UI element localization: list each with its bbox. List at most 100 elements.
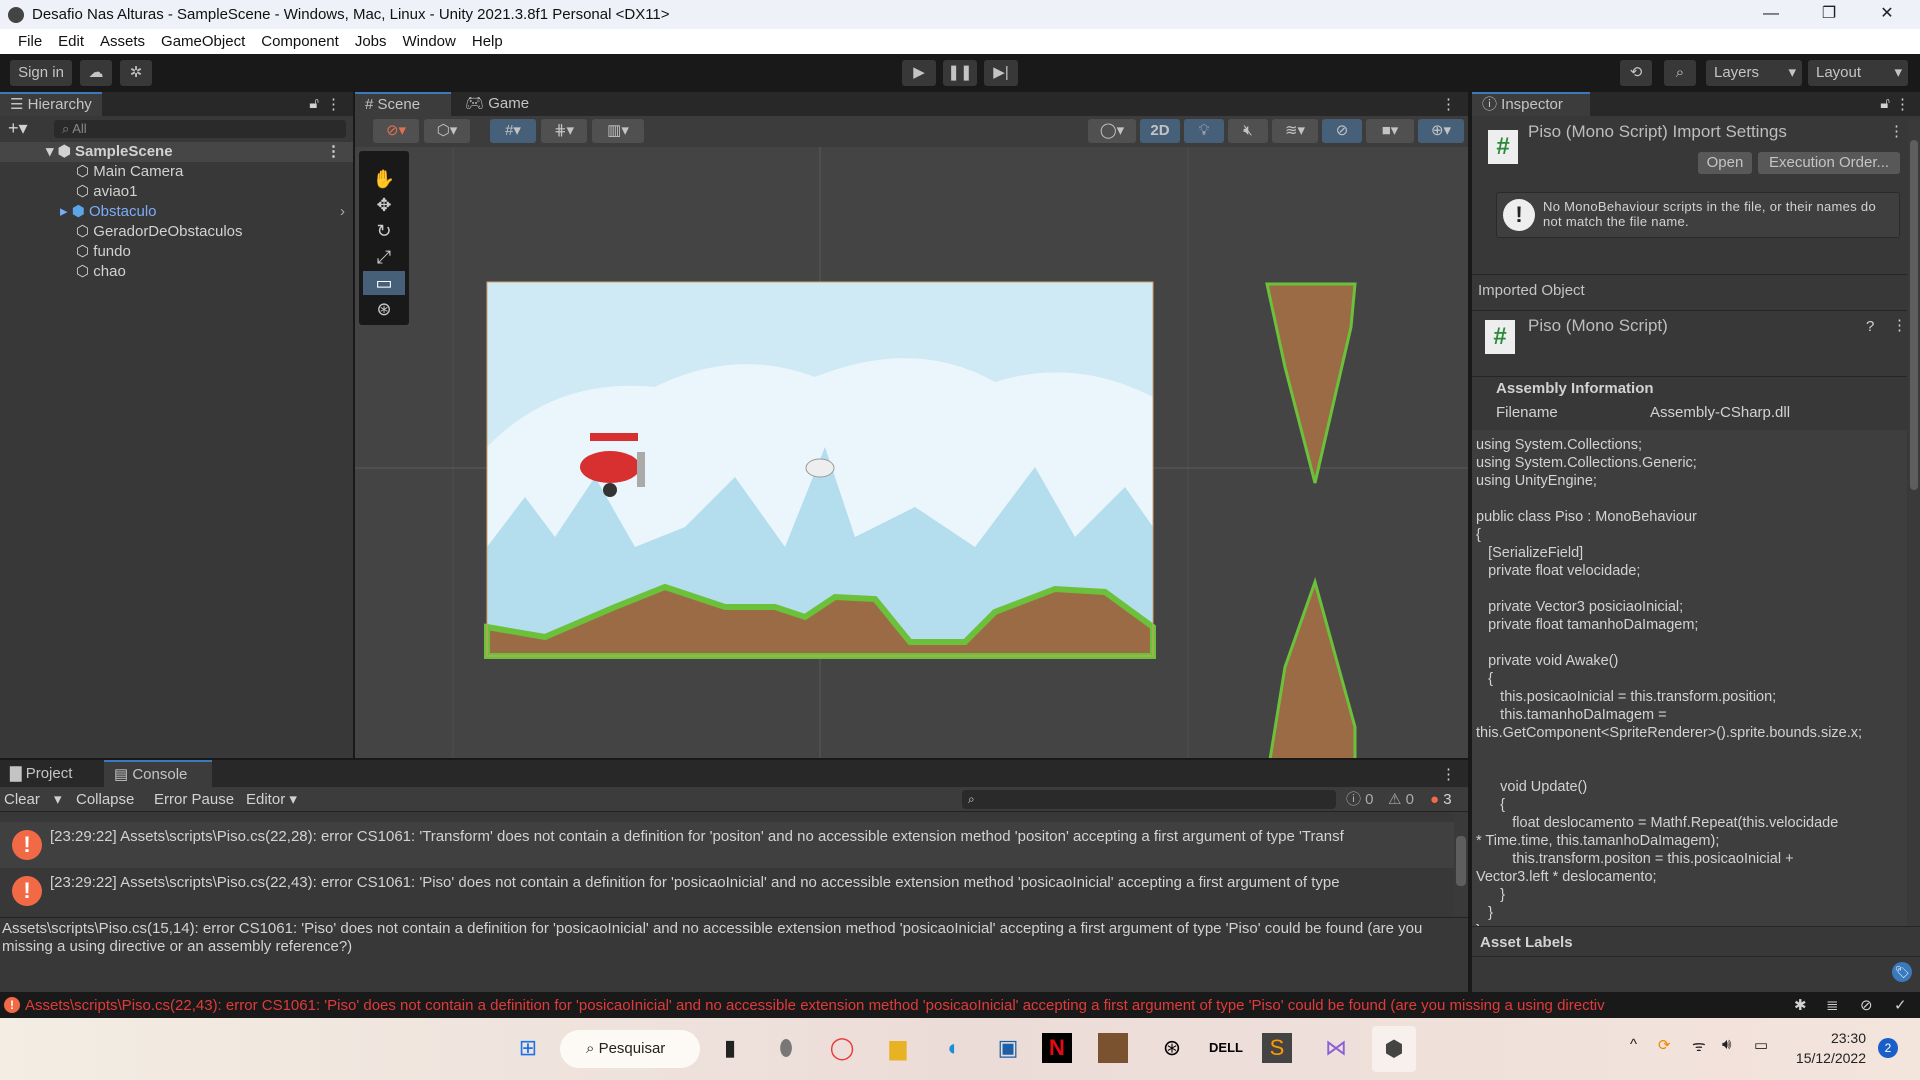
unity-taskbar-icon[interactable]: ⬢ [1372, 1026, 1416, 1072]
microsoft-store-icon[interactable]: ▣ [988, 1028, 1028, 1068]
tag-icon[interactable]: 🏷︎ [1892, 962, 1912, 982]
sync-icon[interactable]: ⟳ [1658, 1036, 1671, 1054]
taskbar-search[interactable]: ⌕ Pesquisar [560, 1030, 700, 1068]
transform-tool-icon[interactable]: ⊛ [376, 299, 391, 319]
menu-assets[interactable]: Assets [92, 33, 153, 50]
list-item[interactable]: ⬡ Main Camera [0, 162, 353, 182]
lock-icon[interactable]: 🔓︎ [1880, 95, 1890, 112]
cloud-icon[interactable]: ☁ [80, 60, 112, 86]
collab-icon[interactable]: ✲ [120, 60, 152, 86]
step-button[interactable]: ▶| [984, 60, 1018, 86]
warning-filter-button[interactable]: ⚠ 0 [1388, 787, 1414, 812]
hidden-objects-icon[interactable]: ⊘ [1322, 119, 1362, 143]
wifi-icon[interactable]: ᯤ [1692, 1036, 1706, 1056]
log-filter-button[interactable]: ⓘ 0 [1346, 787, 1374, 812]
lock-icon[interactable]: 🔓︎ [309, 95, 319, 112]
rect-tool-icon[interactable]: ▭ [375, 273, 392, 293]
windows-start-icon[interactable]: ⊞ [508, 1028, 548, 1068]
more-icon[interactable]: ⋮ [326, 142, 341, 162]
chevron-right-icon[interactable]: › [340, 202, 345, 222]
clear-button[interactable]: Clear [4, 787, 40, 812]
progress-check-icon[interactable]: ✓ [1894, 996, 1907, 1014]
debug-icon[interactable]: ✱ [1794, 996, 1807, 1014]
scene-row[interactable]: ▾ ⬢ SampleScene ⋮ [0, 142, 353, 162]
editor-dropdown[interactable]: Editor ▾ [246, 787, 297, 812]
console-search-input[interactable]: ⌕ [962, 790, 1336, 809]
grid-visibility-icon[interactable]: ▥▾ [592, 119, 644, 143]
edge-icon[interactable]: ◐ [934, 1028, 974, 1068]
menu-file[interactable]: File [10, 33, 50, 50]
dell-icon[interactable]: DELL [1206, 1028, 1246, 1068]
volume-icon[interactable]: 🔊︎ [1722, 1036, 1731, 1053]
scene-viewport[interactable]: ✋ ✥ ↻ ⤢ ▭ ⊛ [355, 147, 1468, 758]
play-button[interactable]: ▶ [902, 60, 936, 86]
clear-options-chevron-icon[interactable]: ▾ [54, 787, 62, 812]
more-icon[interactable]: ⋮ [1889, 122, 1904, 140]
mouse-app-icon[interactable]: ⬮ [766, 1028, 806, 1068]
sign-in-button[interactable]: Sign in [10, 60, 72, 86]
tab-hierarchy[interactable]: ☰ Hierarchy [0, 92, 102, 116]
sublime-text-icon[interactable]: S [1262, 1033, 1292, 1063]
tab-game[interactable]: 🎮︎ Game [455, 92, 539, 116]
cache-icon[interactable]: ≣ [1826, 996, 1839, 1014]
render-mode-icon[interactable]: ⬡▾ [424, 119, 470, 143]
snap-increment-icon[interactable]: ⋕▾ [541, 119, 587, 143]
lighting-icon[interactable]: 💡︎ [1184, 119, 1224, 143]
tray-chevron-up-icon[interactable]: ^ [1630, 1036, 1637, 1053]
execution-order-button[interactable]: Execution Order... [1758, 152, 1900, 174]
error-pause-button[interactable]: Error Pause [154, 787, 234, 812]
effects-icon[interactable]: ≋▾ [1272, 119, 1318, 143]
move-tool-icon[interactable]: ✥ [376, 195, 391, 215]
search-icon[interactable]: ⌕ [1664, 60, 1696, 86]
gizmos-icon[interactable]: ⊕▾ [1418, 119, 1464, 143]
tab-console[interactable]: ▤ Console [104, 760, 212, 787]
menu-jobs[interactable]: Jobs [347, 33, 395, 50]
2d-toggle-button[interactable]: 2D [1140, 119, 1180, 143]
more-icon[interactable]: ⋮ [1441, 95, 1456, 113]
opera-icon[interactable]: ◯ [822, 1028, 862, 1068]
grid-snap-icon[interactable]: #▾ [490, 119, 536, 143]
visual-studio-icon[interactable]: ⋈ [1316, 1028, 1356, 1068]
console-scrollbar[interactable] [1454, 812, 1468, 916]
open-button[interactable]: Open [1698, 152, 1752, 174]
tab-scene[interactable]: # Scene [355, 92, 451, 116]
notification-badge[interactable]: 2 [1878, 1038, 1898, 1058]
auto-generate-lighting-icon[interactable]: ⊘ [1860, 996, 1873, 1014]
layout-dropdown[interactable]: Layout ▾ [1808, 60, 1908, 86]
menu-component[interactable]: Component [253, 33, 347, 50]
error-filter-button[interactable]: ● 3 [1430, 787, 1452, 812]
scale-tool-icon[interactable]: ⤢ [377, 247, 392, 267]
inspector-scrollbar[interactable] [1908, 120, 1920, 926]
draw-mode-icon[interactable]: ⊘▾ [373, 119, 419, 143]
more-icon[interactable]: ⋮ [326, 95, 341, 113]
tab-project[interactable]: ▇ Project [0, 760, 82, 787]
list-item[interactable]: ⬡ chao [0, 262, 353, 282]
minimize-button[interactable]: — [1742, 0, 1800, 29]
restore-button[interactable]: ❐ [1800, 0, 1858, 29]
collapse-button[interactable]: Collapse [76, 787, 134, 812]
help-icon[interactable]: ? [1866, 318, 1874, 335]
hierarchy-search-input[interactable]: ⌕ All [54, 120, 346, 138]
list-item[interactable]: ▸ ⬢ Obstaculo › [0, 202, 353, 222]
file-explorer-icon[interactable]: ▆ [878, 1028, 918, 1068]
menu-help[interactable]: Help [464, 33, 511, 50]
netflix-icon[interactable]: N [1042, 1033, 1072, 1063]
console-entry[interactable]: ! [23:29:22] Assets\scripts\Piso.cs(22,28… [0, 822, 1468, 868]
menu-edit[interactable]: Edit [50, 33, 92, 50]
shading-icon[interactable]: ◯▾ [1088, 119, 1136, 143]
cursor-app-icon[interactable]: ⊛ [1152, 1028, 1192, 1068]
layers-dropdown[interactable]: Layers ▾ [1706, 60, 1802, 86]
console-entry[interactable]: ! [23:29:22] Assets\scripts\Piso.cs(22,43… [0, 868, 1468, 914]
menu-gameobject[interactable]: GameObject [153, 33, 253, 50]
status-message[interactable]: Assets\scripts\Piso.cs(22,43): error CS1… [25, 997, 1745, 1014]
tab-inspector[interactable]: ⓘ Inspector [1472, 92, 1590, 116]
more-icon[interactable]: ⋮ [1892, 316, 1907, 334]
rotate-tool-icon[interactable]: ↻ [376, 221, 391, 241]
list-item[interactable]: ⬡ fundo [0, 242, 353, 262]
add-icon[interactable]: +▾ [8, 118, 28, 139]
battery-icon[interactable]: ▭ [1754, 1036, 1768, 1054]
close-button[interactable]: ✕ [1858, 0, 1916, 29]
more-icon[interactable]: ⋮ [1895, 95, 1910, 113]
task-view-icon[interactable]: ▮ [710, 1028, 750, 1068]
list-item[interactable]: ⬡ aviao1 [0, 182, 353, 202]
